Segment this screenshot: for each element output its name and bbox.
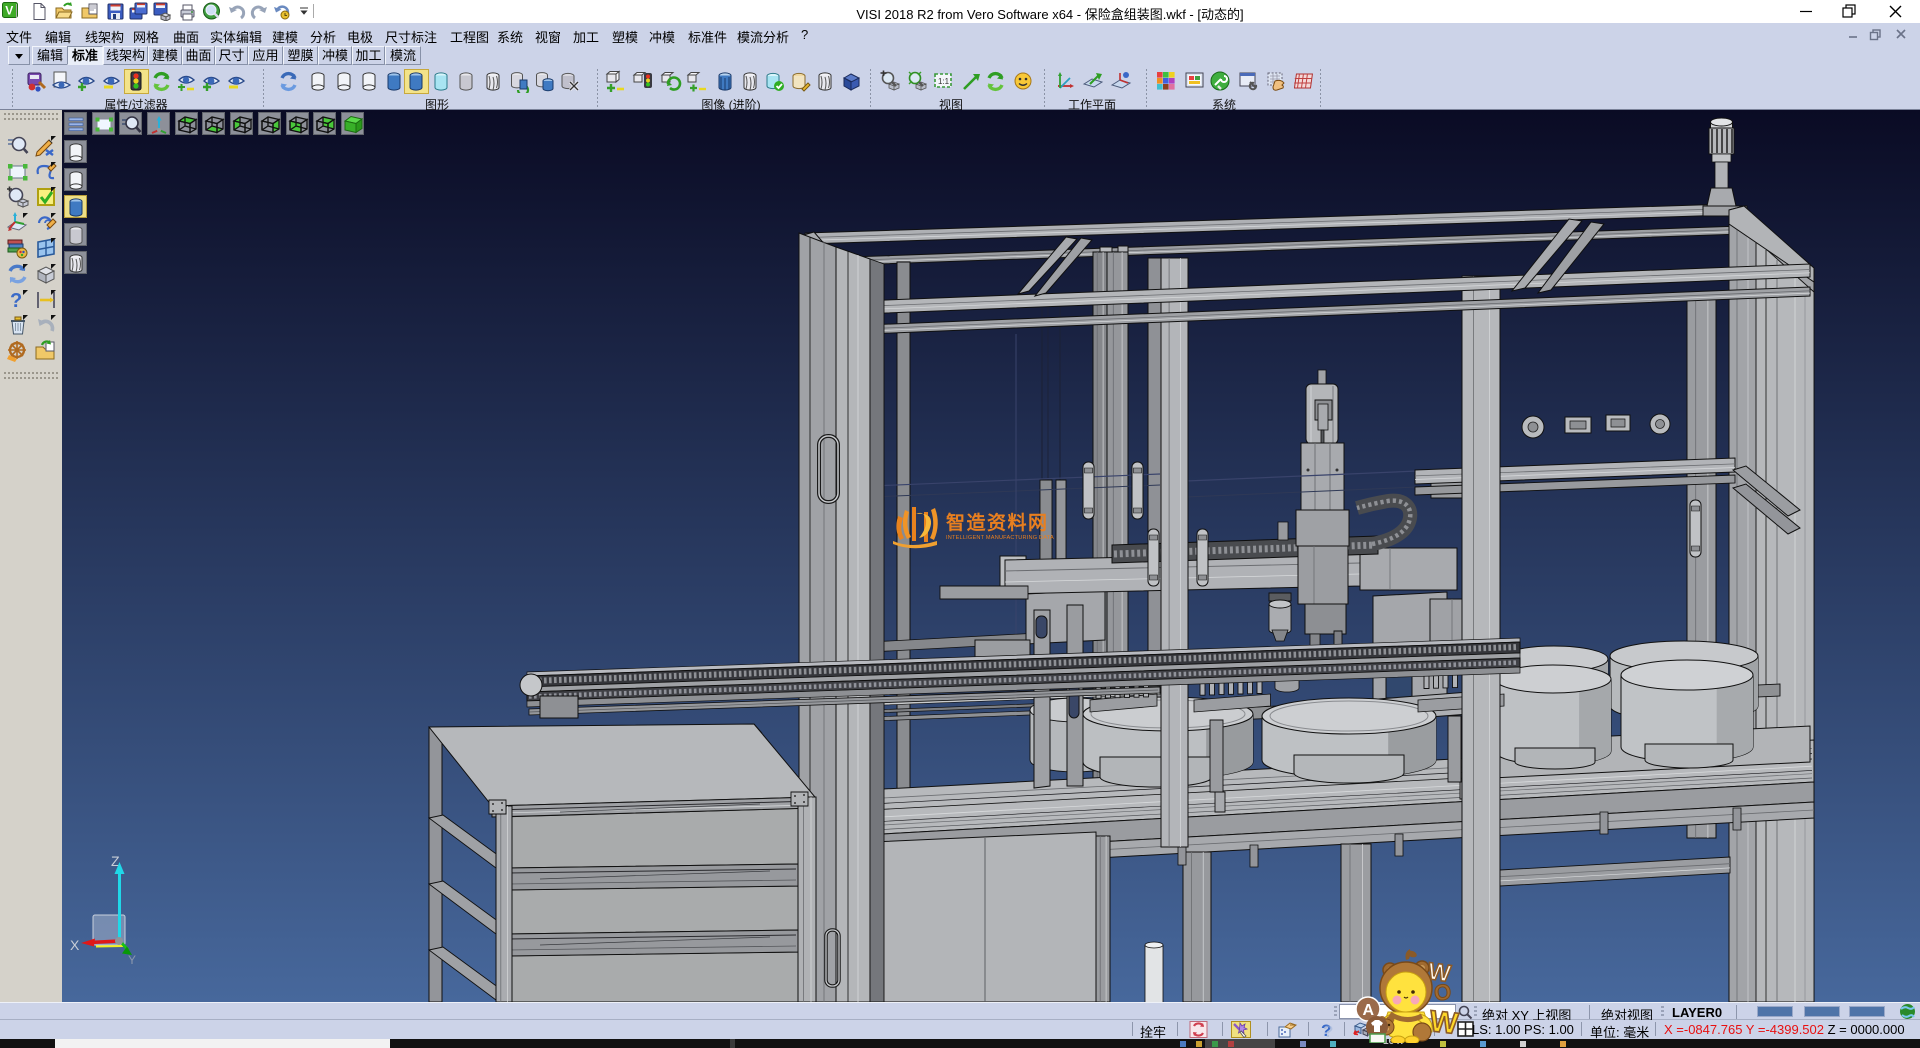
svg-text:Y: Y [128,953,136,967]
svg-text:O: O [1433,979,1453,1006]
svg-text:?: ? [1323,1022,1333,1038]
svg-text:X: X [70,937,80,953]
svg-text:W: W [1428,1005,1460,1041]
svg-text:V: V [5,4,13,18]
svg-text:A: A [1363,1002,1375,1019]
svg-text:?: ? [10,290,22,312]
svg-text:1:1: 1:1 [938,77,950,86]
svg-text:智造资料网: 智造资料网 [946,511,1049,534]
svg-text:INTELLIGENT MANUFACTURING DATA: INTELLIGENT MANUFACTURING DATA [946,535,1054,541]
